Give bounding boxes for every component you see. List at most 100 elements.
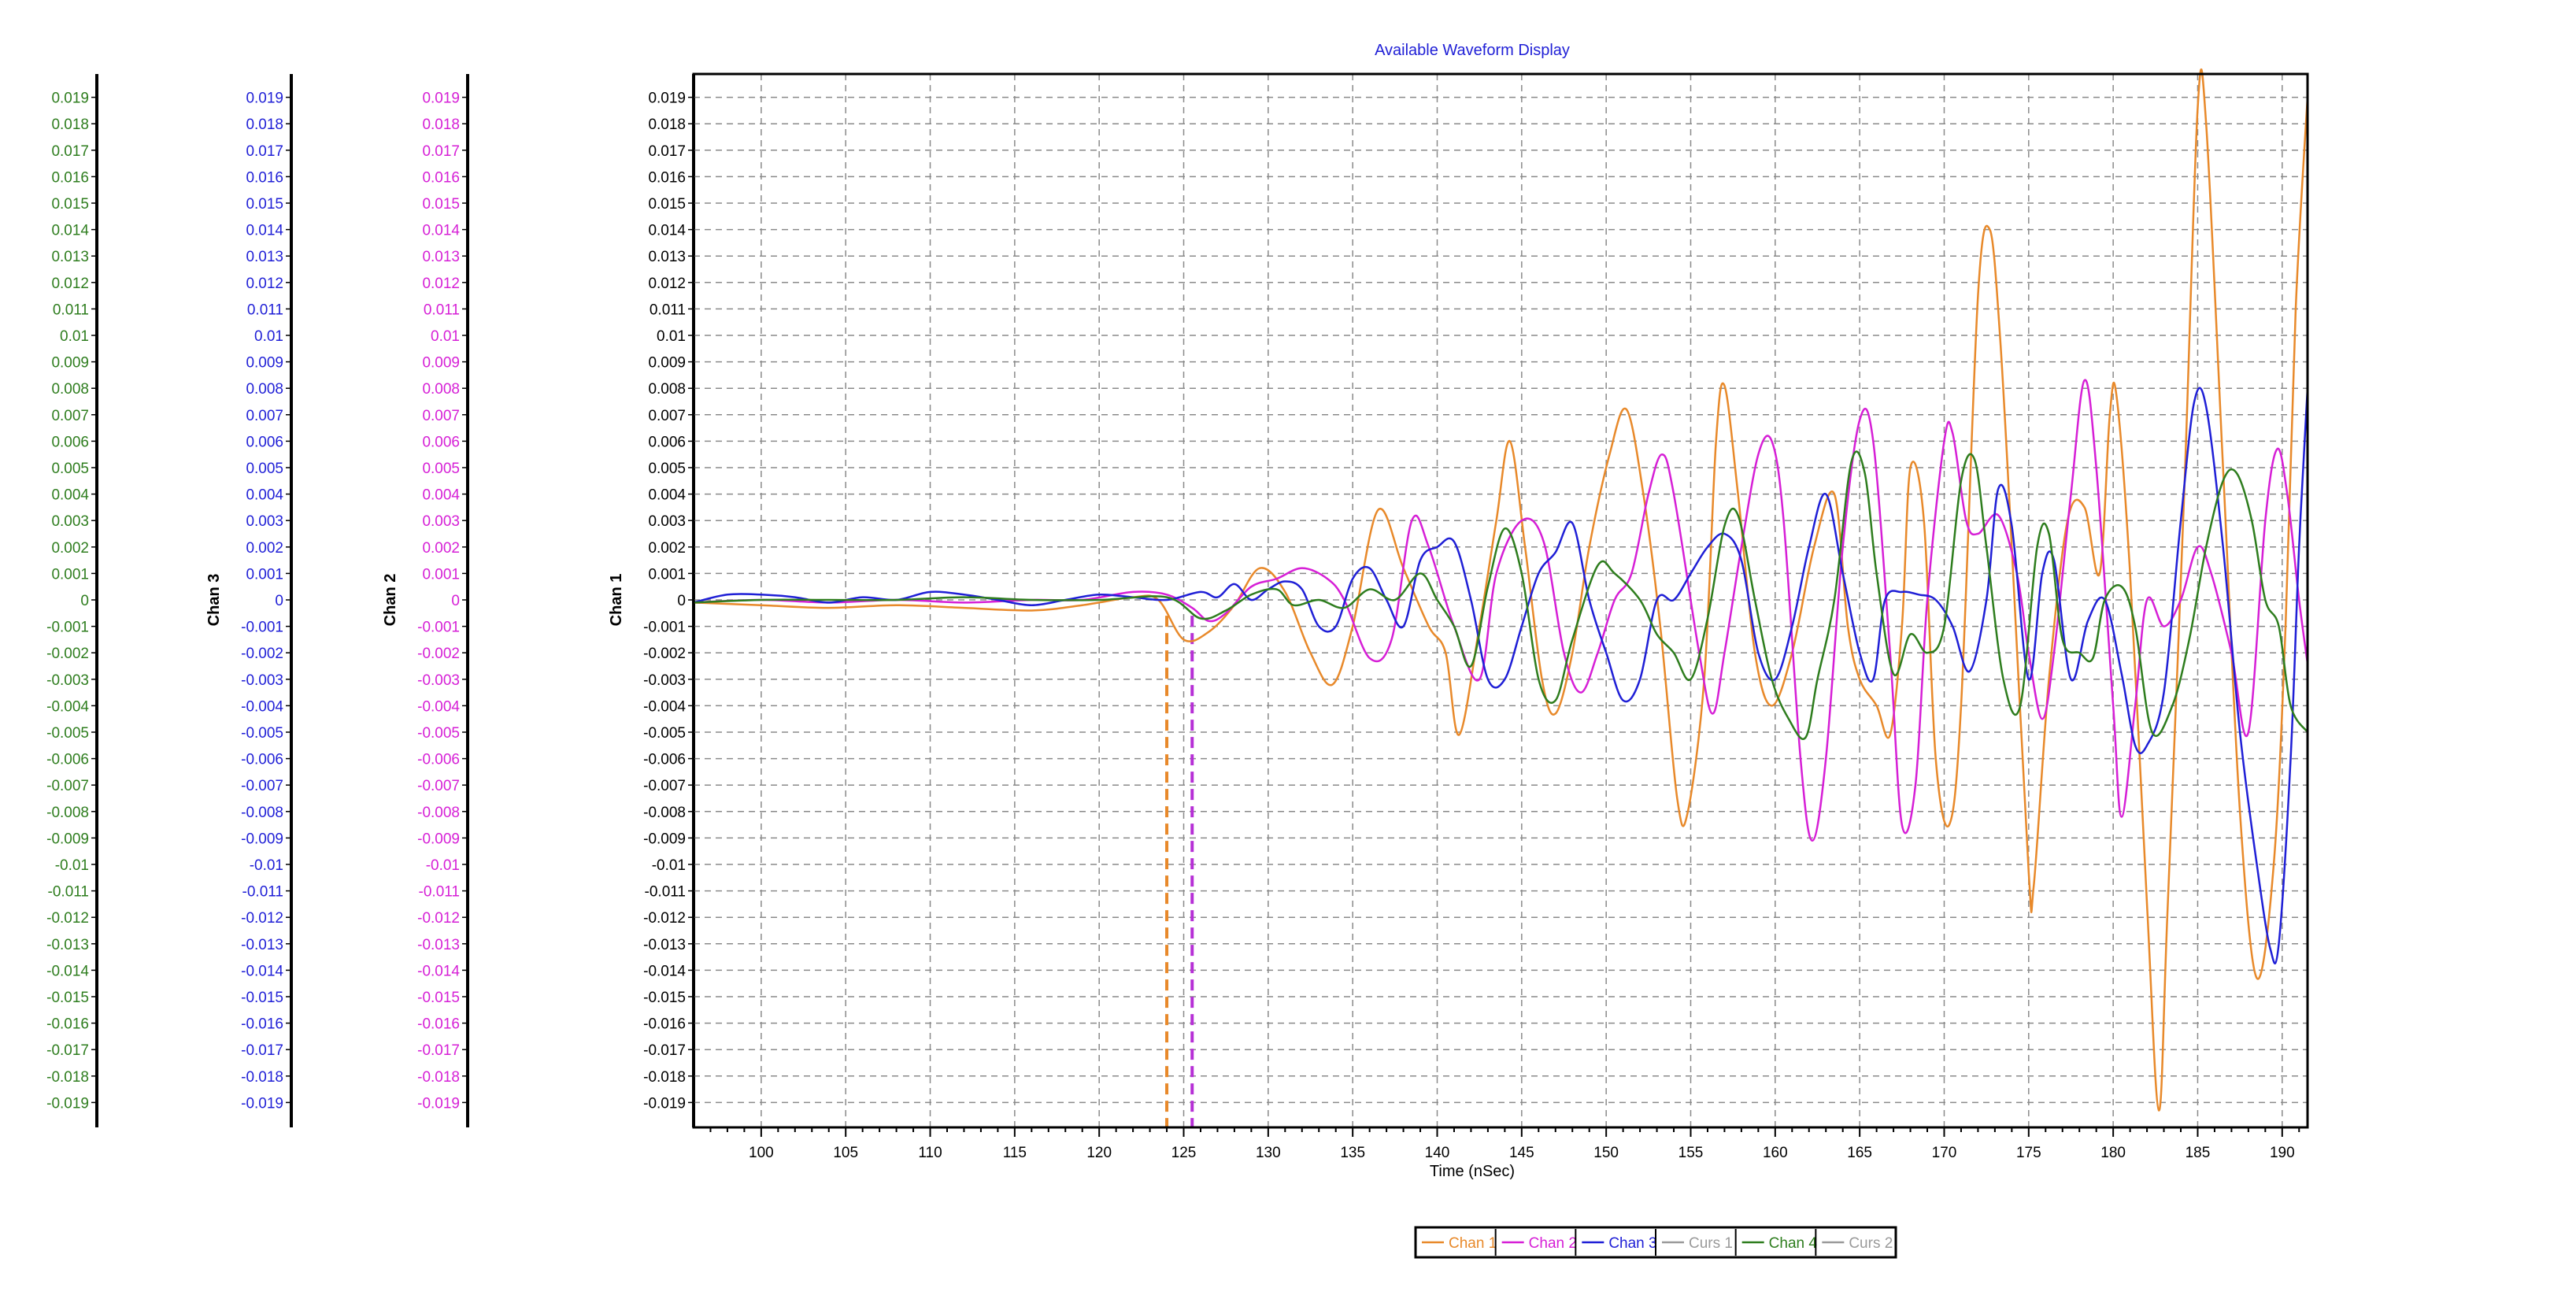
legend-item-label: Curs 1 (1689, 1235, 1733, 1252)
x-tick-label: 160 (1763, 1145, 1788, 1161)
y-tick-label: 0.019 (51, 91, 89, 107)
y-tick-label: -0.012 (643, 910, 686, 927)
y-tick-label: 0.001 (246, 566, 283, 583)
y-tick-label: 0.009 (648, 355, 686, 372)
y-tick-label: 0.01 (60, 328, 89, 345)
cursor-lines (1165, 616, 1194, 1127)
y-tick-label: 0.017 (246, 143, 283, 160)
legend-item-label: Chan 3 (1608, 1235, 1656, 1252)
y-tick-label: 0.017 (422, 143, 460, 160)
y-tick-label: -0.003 (643, 672, 686, 689)
x-tick-label: 190 (2270, 1145, 2295, 1161)
y-tick-label: -0.013 (241, 937, 283, 953)
y-tick-label: -0.007 (241, 778, 283, 794)
y-tick-label: -0.011 (419, 884, 460, 901)
y-tick-label: -0.011 (645, 884, 686, 901)
y-tick-label: 0.018 (51, 117, 89, 133)
legend-item-label: Chan 4 (1769, 1235, 1818, 1252)
x-tick-label: 140 (1425, 1145, 1450, 1161)
y-tick-label: 0 (80, 593, 89, 609)
y-tick-label: 0.007 (422, 408, 460, 424)
y-tick-label: -0.004 (643, 698, 686, 715)
y-tick-label: -0.01 (250, 857, 283, 874)
y-tick-label: -0.007 (643, 778, 686, 794)
y-tick-label: -0.018 (417, 1069, 460, 1086)
y-tick-label: 0.007 (648, 408, 686, 424)
x-tick-label: 145 (1509, 1145, 1534, 1161)
y-tick-label: -0.008 (417, 805, 460, 821)
y-tick-label: 0 (451, 593, 460, 609)
y-tick-label: -0.012 (46, 910, 89, 927)
y-tick-label: 0.013 (51, 249, 89, 265)
y-tick-label: -0.015 (643, 990, 686, 1006)
series-line-chan-2 (693, 379, 2309, 842)
legend-item-label: Chan 2 (1529, 1235, 1577, 1252)
y-tick-label: 0.004 (648, 487, 686, 504)
y-tick-label: -0.003 (241, 672, 283, 689)
y-tick-label: -0.019 (241, 1095, 283, 1112)
y-tick-label: -0.003 (417, 672, 460, 689)
y-tick-label: 0.001 (422, 566, 460, 583)
y-tick-label: -0.018 (46, 1069, 89, 1086)
chart-title: Available Waveform Display (1375, 42, 1570, 59)
x-tick-label: 125 (1171, 1145, 1197, 1161)
y-tick-label: 0.005 (648, 461, 686, 477)
x-axis: 100 105 110 115 120 125 130 135 140 145 150 155 160 1… (709, 1127, 2300, 1161)
y-tick-label: 0.003 (51, 513, 89, 530)
y-tick-label: 0.012 (648, 276, 686, 292)
y-tick-label: 0.002 (422, 540, 460, 557)
y-tick-label: -0.01 (55, 857, 89, 874)
x-tick-label: 165 (1847, 1145, 1872, 1161)
y-tick-label: -0.001 (643, 620, 686, 636)
waveform-chart: Available Waveform Display 0.0190.0180.0… (46, 42, 2309, 1259)
y-tick-label: -0.017 (643, 1042, 686, 1059)
y-tick-label: 0.005 (422, 461, 460, 477)
y-axis-title: Chan 1 (608, 574, 625, 627)
y-tick-label: -0.013 (46, 937, 89, 953)
y-tick-label: 0.019 (648, 91, 686, 107)
y-tick-label: 0.012 (51, 276, 89, 292)
y-tick-label: 0.011 (53, 302, 89, 318)
y-tick-label: -0.008 (643, 805, 686, 821)
y-tick-label: 0.014 (648, 223, 686, 239)
y-tick-label: -0.01 (652, 857, 686, 874)
legend: Chan 1 Chan 2 Chan 3 Curs 1 Chan 4 Curs 2 (1414, 1226, 1897, 1259)
y-tick-label: 0.001 (648, 566, 686, 583)
x-tick-label: 110 (918, 1145, 942, 1161)
y-tick-label: 0.007 (51, 408, 89, 424)
y-tick-label: 0.012 (246, 276, 283, 292)
y-tick-label: -0.006 (241, 752, 283, 768)
y-tick-label: -0.007 (46, 778, 89, 794)
y-tick-label: 0.016 (51, 169, 89, 186)
y-tick-label: 0.016 (648, 169, 686, 186)
y-tick-label: -0.017 (241, 1042, 283, 1059)
y-tick-label: -0.016 (46, 1016, 89, 1033)
y-tick-label: -0.014 (643, 963, 686, 979)
left-axes-group: 0.019 0.018 0.017 0.016 0.015 0.014 0.013 0.012… (46, 74, 695, 1127)
y-tick-label: 0.012 (422, 276, 460, 292)
y-tick-label: -0.001 (241, 620, 283, 636)
y-tick-label: -0.005 (417, 725, 460, 742)
y-tick-label: 0.01 (657, 328, 686, 345)
y-tick-label: -0.001 (417, 620, 460, 636)
y-tick-label: 0.014 (422, 223, 460, 239)
y-tick-label: 0.006 (422, 434, 460, 450)
y-tick-label: -0.004 (46, 698, 89, 715)
y-tick-label: -0.014 (417, 963, 460, 979)
x-tick-label: 100 (749, 1145, 774, 1161)
y-tick-label: 0.015 (246, 196, 283, 213)
y-tick-label: -0.005 (46, 725, 89, 742)
y-tick-label: 0.011 (424, 302, 460, 318)
y-tick-label: 0.006 (51, 434, 89, 450)
y-tick-label: -0.009 (417, 831, 460, 847)
x-tick-label: 155 (1678, 1145, 1704, 1161)
y-tick-label: -0.016 (417, 1016, 460, 1033)
y-tick-label: 0.013 (246, 249, 283, 265)
x-tick-label: 185 (2186, 1145, 2211, 1161)
y-tick-label: 0.008 (51, 381, 89, 398)
y-tick-label: 0.003 (422, 513, 460, 530)
x-tick-label: 180 (2100, 1145, 2126, 1161)
y-tick-label: 0.017 (51, 143, 89, 160)
y-tick-label: -0.014 (46, 963, 89, 979)
y-tick-label: 0.018 (246, 117, 283, 133)
